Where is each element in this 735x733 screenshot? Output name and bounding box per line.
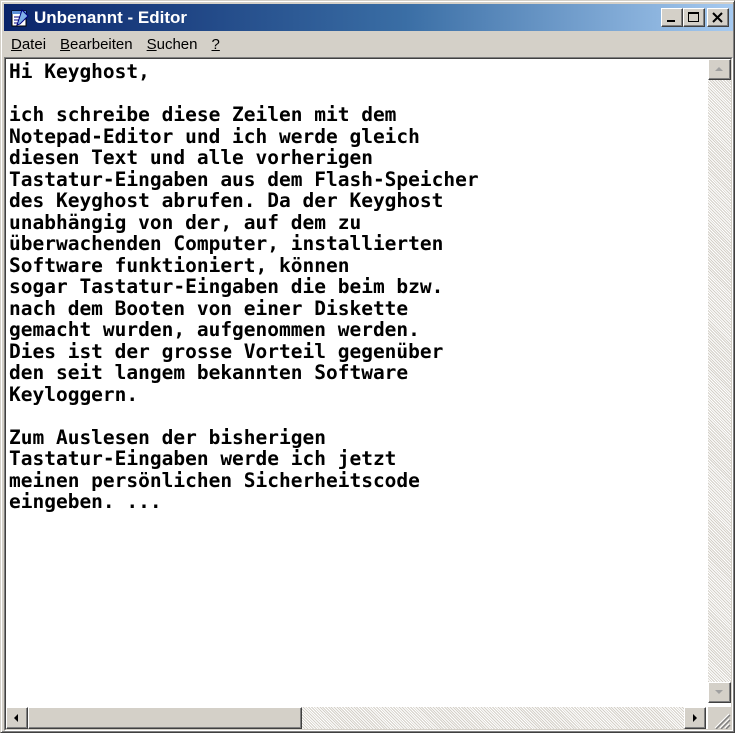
menu-datei-accel: D xyxy=(11,35,22,53)
vertical-scrollbar[interactable] xyxy=(708,59,731,703)
scroll-up-button[interactable] xyxy=(708,59,731,80)
menu-datei-label: atei xyxy=(21,35,47,53)
menu-suchen-label: uchen xyxy=(156,35,198,53)
menu-suchen[interactable]: Suchen xyxy=(140,36,205,53)
menu-bar: Datei Bearbeiten Suchen ? xyxy=(4,32,733,56)
horizontal-scroll-thumb[interactable] xyxy=(28,707,302,729)
resize-grip-icon xyxy=(714,713,731,729)
text-line: Tastatur-Eingaben aus dem Flash-Speicher xyxy=(9,167,479,191)
text-line: diesen Text und alle vorherigen xyxy=(9,146,373,169)
arrow-up-icon xyxy=(715,67,723,71)
text-line: Keyloggern. xyxy=(9,382,139,406)
menu-bearbeiten-label: earbeiten xyxy=(70,35,133,53)
size-grip[interactable] xyxy=(708,707,731,729)
text-line: des Keyghost abrufen. Da der Keyghost xyxy=(9,189,444,212)
caption-buttons xyxy=(661,8,729,27)
text-line: Hi Keyghost, xyxy=(9,61,150,83)
title-bar[interactable]: Unbenannt - Editor xyxy=(4,4,733,31)
close-icon xyxy=(712,12,723,23)
editor-textarea[interactable]: Hi Keyghost, ich schreibe diese Zeilen m… xyxy=(8,61,704,701)
arrow-down-icon xyxy=(715,690,723,694)
notepad-window: Unbenannt - Editor Datei Bearbeiten Such… xyxy=(0,0,735,733)
text-line: eingeben. ... xyxy=(9,490,162,513)
minimize-icon xyxy=(667,20,675,22)
scroll-down-button[interactable] xyxy=(708,682,731,703)
text-line: Tastatur-Eingaben werde ich jetzt xyxy=(9,447,397,470)
text-line: meinen persönlichen Sicherheitscode xyxy=(9,468,420,492)
menu-suchen-accel: S xyxy=(146,35,157,53)
text-line: gemacht wurden, aufgenommen werden. xyxy=(9,318,420,341)
text-line: überwachenden Computer, installierten xyxy=(9,232,444,255)
horizontal-scrollbar[interactable] xyxy=(6,707,706,729)
menu-bearbeiten-accel: B xyxy=(60,35,71,53)
menu-datei[interactable]: Datei xyxy=(4,36,53,53)
arrow-left-icon xyxy=(14,714,18,722)
text-line: den seit langem bekannten Software xyxy=(9,361,409,384)
window-title: Unbenannt - Editor xyxy=(34,7,187,27)
scroll-right-button[interactable] xyxy=(684,707,706,729)
editor-frame: Hi Keyghost, ich schreibe diese Zeilen m… xyxy=(4,57,733,731)
maximize-icon xyxy=(688,12,699,22)
text-line xyxy=(8,405,704,427)
text-line: Software funktioniert, können xyxy=(9,253,350,277)
text-line: Dies ist der grosse Vorteil gegenüber xyxy=(9,339,444,363)
maximize-button[interactable] xyxy=(683,8,705,27)
text-line: Zum Auslesen der bisherigen xyxy=(9,425,326,449)
editor-client: Hi Keyghost, ich schreibe diese Zeilen m… xyxy=(5,58,732,730)
text-line: nach dem Booten von einer Diskette xyxy=(9,296,409,320)
text-line xyxy=(8,83,704,105)
minimize-button[interactable] xyxy=(661,8,683,27)
menu-help-accel: ? xyxy=(211,35,220,53)
text-line: unabhängig von der, auf dem zu xyxy=(9,210,362,234)
arrow-right-icon xyxy=(693,714,697,722)
menu-help[interactable]: ? xyxy=(205,36,227,53)
scroll-left-button[interactable] xyxy=(6,707,28,729)
notepad-icon[interactable] xyxy=(8,8,30,28)
text-line: ich schreibe diese Zeilen mit dem xyxy=(9,103,397,126)
text-line: Notepad-Editor und ich werde gleich xyxy=(9,124,420,148)
menu-bearbeiten[interactable]: Bearbeiten xyxy=(53,36,140,53)
text-line: sogar Tastatur-Eingaben die beim bzw. xyxy=(9,275,444,298)
close-button[interactable] xyxy=(707,8,729,27)
